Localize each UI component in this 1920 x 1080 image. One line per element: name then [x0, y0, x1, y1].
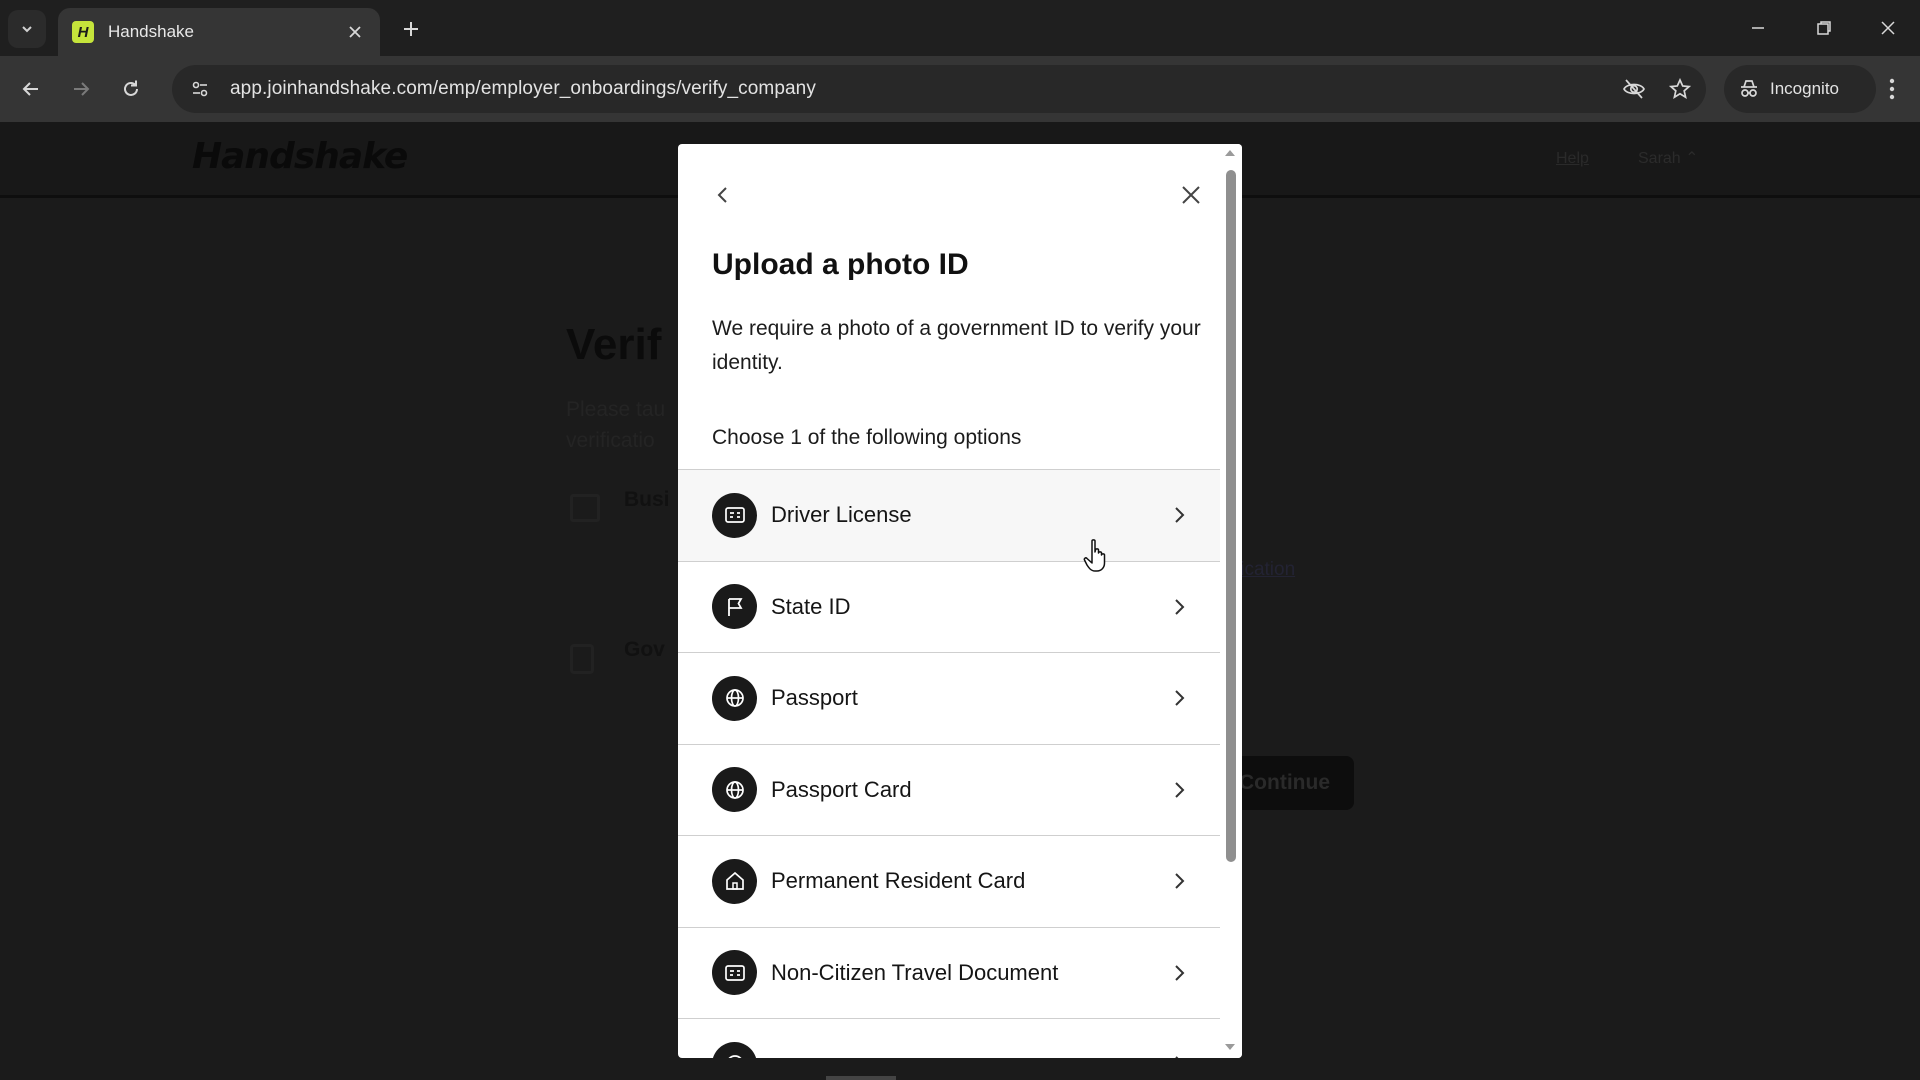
option-label: Non-Citizen Travel Document: [771, 959, 1059, 985]
chevron-right-icon: [1164, 866, 1194, 896]
tune-icon: [192, 81, 208, 97]
option-label: Permanent Resident Card: [771, 868, 1026, 894]
chevron-right-icon: [1164, 1049, 1194, 1058]
handshake-favicon-icon: H: [72, 21, 94, 43]
close-window-button[interactable]: [1868, 10, 1908, 46]
tab-search-button[interactable]: [8, 10, 46, 48]
tracking-protection-button[interactable]: [1614, 69, 1654, 109]
badge-icon: [570, 644, 594, 674]
restore-icon: [1817, 21, 1831, 35]
browser-tab-bar: H Handshake: [0, 0, 1920, 56]
incognito-label: Incognito: [1770, 79, 1839, 98]
modal-back-button[interactable]: [706, 178, 740, 212]
more-vertical-icon: [1889, 78, 1895, 100]
close-icon: [1881, 21, 1895, 35]
government-id-title: Gov: [624, 638, 665, 661]
building-icon: [570, 494, 600, 522]
url-text: app.joinhandshake.com/emp/employer_onboa…: [230, 78, 816, 99]
choose-prompt: Choose 1 of the following options: [712, 426, 1022, 449]
option-partial-hidden[interactable]: [678, 1018, 1220, 1058]
help-link: Help: [1556, 150, 1589, 167]
option-non-citizen-travel-document[interactable]: Non-Citizen Travel Document: [678, 926, 1220, 1019]
modal-title: Upload a photo ID: [712, 248, 969, 281]
tab-close-button[interactable]: [344, 21, 366, 43]
option-state-id[interactable]: State ID: [678, 560, 1220, 653]
restore-button[interactable]: [1804, 10, 1844, 46]
modal-scrollbar[interactable]: [1220, 144, 1242, 1058]
chevron-down-icon: [22, 26, 32, 33]
page-title: Verif: [566, 320, 662, 369]
chevron-right-icon: [1164, 958, 1194, 988]
browser-toolbar: app.joinhandshake.com/emp/employer_onboa…: [0, 56, 1920, 122]
option-label: State ID: [771, 593, 851, 619]
plus-icon: [404, 22, 418, 36]
globe-icon: [712, 675, 757, 721]
eye-off-icon: [1623, 79, 1645, 99]
chevron-right-icon: [1164, 592, 1194, 622]
browser-tab[interactable]: H Handshake: [58, 8, 380, 56]
forward-button[interactable]: [62, 70, 100, 108]
browser-menu-button[interactable]: [1872, 70, 1912, 108]
bottom-scroll-indicator: [826, 1076, 896, 1080]
chevron-right-icon: [1164, 500, 1194, 530]
user-name: Sarah: [1638, 150, 1681, 167]
arrow-right-icon: [74, 82, 90, 96]
bookmark-button[interactable]: [1660, 69, 1700, 109]
user-menu: Sarah ⌃: [1638, 150, 1699, 167]
minimize-icon: [1752, 27, 1764, 29]
option-label: Passport: [771, 685, 858, 711]
chevron-left-icon: [717, 187, 727, 203]
scroll-up-arrow-icon[interactable]: [1225, 150, 1235, 156]
id-card-icon: [712, 492, 757, 538]
site-info-button[interactable]: [180, 69, 220, 109]
incognito-icon: [1741, 80, 1757, 97]
id-card-icon: [712, 950, 757, 996]
globe-icon: [712, 1041, 757, 1058]
globe-icon: [712, 767, 757, 813]
incognito-indicator[interactable]: Incognito: [1724, 65, 1876, 113]
id-options-list: Driver License State ID Passport Passpor…: [678, 469, 1220, 1058]
option-passport-card[interactable]: Passport Card: [678, 743, 1220, 836]
option-passport[interactable]: Passport: [678, 652, 1220, 744]
option-label: Driver License: [771, 502, 912, 528]
close-icon: [1182, 186, 1200, 204]
back-button[interactable]: [12, 70, 50, 108]
star-icon: [1669, 78, 1691, 99]
address-bar[interactable]: app.joinhandshake.com/emp/employer_onboa…: [172, 65, 1706, 113]
close-icon: [349, 26, 361, 38]
option-driver-license[interactable]: Driver License: [678, 469, 1220, 561]
upload-photo-id-modal: Upload a photo ID We require a photo of …: [678, 144, 1242, 1058]
handshake-logo: Handshake: [192, 136, 408, 177]
scroll-down-arrow-icon[interactable]: [1225, 1044, 1235, 1050]
chevron-right-icon: [1164, 775, 1194, 805]
new-tab-button[interactable]: [396, 14, 426, 44]
home-icon: [712, 858, 757, 904]
business-verification-title: Busi: [624, 488, 670, 511]
page-subtitle: Please tau verificatio: [566, 398, 666, 452]
option-label: Passport Card: [771, 776, 912, 802]
minimize-button[interactable]: [1738, 10, 1778, 46]
verification-link: lication: [1236, 559, 1296, 580]
reload-icon: [124, 80, 138, 96]
chevron-right-icon: [1164, 683, 1194, 713]
flag-icon: [712, 584, 757, 630]
modal-close-button[interactable]: [1174, 178, 1208, 212]
reload-button[interactable]: [112, 70, 150, 108]
option-permanent-resident-card[interactable]: Permanent Resident Card: [678, 835, 1220, 927]
arrow-left-icon: [22, 82, 38, 96]
scroll-thumb[interactable]: [1226, 170, 1236, 862]
tab-title: Handshake: [108, 22, 195, 41]
modal-description: We require a photo of a government ID to…: [712, 317, 1201, 374]
